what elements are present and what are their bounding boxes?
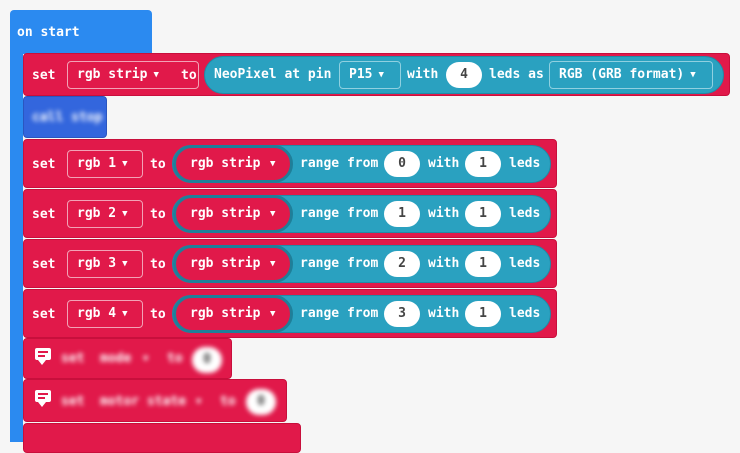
call-stop-label: call stop <box>32 110 103 125</box>
to-keyword: to <box>150 207 166 222</box>
on-start-block[interactable]: on start <box>10 10 152 54</box>
set-keyword: set <box>61 351 85 366</box>
range-reporter[interactable]: rgb strip ▼ range from 2 with 1 leds <box>172 245 551 283</box>
strip-variable-name: rgb strip <box>190 256 261 271</box>
range-start-input[interactable]: 1 <box>384 201 420 227</box>
range-block-2[interactable]: set rgb 2 ▼ to rgb strip ▼ range from 1 wi… <box>23 189 557 238</box>
value-input[interactable]: 0 <box>246 389 276 415</box>
range-block-3[interactable]: set rgb 3 ▼ to rgb strip ▼ range from 2 wi… <box>23 239 557 288</box>
variable-name: rgb 2 <box>77 206 117 221</box>
on-start-spine <box>10 54 23 442</box>
variable-name: rgb 4 <box>77 306 117 321</box>
strip-variable-reporter[interactable]: rgb strip ▼ <box>173 145 293 183</box>
to-keyword: to <box>150 157 166 172</box>
set-mode-block[interactable]: set mode ▼ to 0 <box>23 338 232 379</box>
leds-label: leds <box>509 206 541 221</box>
range-from-label: range from <box>300 206 379 221</box>
variable-dropdown-rgb-strip[interactable]: rgb strip ▼ <box>67 61 199 89</box>
to-keyword: to <box>150 307 166 322</box>
variable-name: motor state <box>100 394 187 409</box>
chevron-down-icon: ▼ <box>690 70 696 80</box>
chevron-down-icon: ▼ <box>153 70 159 80</box>
variable-name: rgb 1 <box>77 156 117 171</box>
chevron-down-icon: ▼ <box>143 354 149 364</box>
range-start-input[interactable]: 3 <box>384 301 420 327</box>
range-reporter[interactable]: rgb strip ▼ range from 1 with 1 leds <box>172 195 551 233</box>
chevron-down-icon: ▼ <box>196 397 202 407</box>
chevron-down-icon: ▼ <box>122 159 128 169</box>
range-start-input[interactable]: 2 <box>384 251 420 277</box>
range-reporter[interactable]: rgb strip ▼ range from 3 with 1 leds <box>172 295 551 333</box>
led-count-input[interactable]: 4 <box>446 62 482 88</box>
strip-variable-name: rgb strip <box>190 156 261 171</box>
set-rgb-strip-block[interactable]: set rgb strip ▼ to NeoPixel at pin P15 ▼ w… <box>23 53 730 96</box>
chevron-down-icon: ▼ <box>122 259 128 269</box>
range-length-input[interactable]: 1 <box>465 201 501 227</box>
with-label: with <box>407 67 439 82</box>
comment-icon[interactable] <box>35 390 51 407</box>
variable-name: mode <box>100 351 132 366</box>
strip-variable-name: rgb strip <box>190 306 261 321</box>
range-from-label: range from <box>300 256 379 271</box>
range-length-input[interactable]: 1 <box>465 251 501 277</box>
to-keyword: to <box>220 394 236 409</box>
value-input[interactable]: 0 <box>192 347 222 373</box>
range-from-label: range from <box>300 156 379 171</box>
set-keyword: set <box>32 307 56 322</box>
chevron-down-icon: ▼ <box>122 209 128 219</box>
set-keyword: set <box>32 207 56 222</box>
with-label: with <box>428 306 460 321</box>
leds-label: leds <box>509 306 541 321</box>
variable-dropdown-rgb-1[interactable]: rgb 1 ▼ <box>67 150 143 178</box>
call-stop-block[interactable]: call stop <box>23 96 107 138</box>
partial-block[interactable] <box>23 423 301 453</box>
range-from-label: range from <box>300 306 379 321</box>
format-dropdown[interactable]: RGB (GRB format) ▼ <box>549 61 713 89</box>
chevron-down-icon: ▼ <box>270 309 276 319</box>
variable-dropdown-rgb-2[interactable]: rgb 2 ▼ <box>67 200 143 228</box>
chevron-down-icon: ▼ <box>270 159 276 169</box>
chevron-down-icon: ▼ <box>378 70 384 80</box>
neopixel-create-reporter[interactable]: NeoPixel at pin P15 ▼ with 4 leds as RGB … <box>204 56 724 94</box>
leds-as-label: leds as <box>489 67 544 82</box>
chevron-down-icon: ▼ <box>270 209 276 219</box>
variable-dropdown-rgb-3[interactable]: rgb 3 ▼ <box>67 250 143 278</box>
pin-dropdown[interactable]: P15 ▼ <box>339 61 401 89</box>
comment-icon[interactable] <box>35 348 51 365</box>
set-keyword: set <box>32 257 56 272</box>
with-label: with <box>428 206 460 221</box>
to-keyword: to <box>150 257 166 272</box>
variable-name: rgb strip <box>77 67 148 82</box>
set-motor-state-block[interactable]: set motor state ▼ to 0 <box>23 379 287 422</box>
strip-variable-reporter[interactable]: rgb strip ▼ <box>173 245 293 283</box>
pin-value: P15 <box>349 67 373 82</box>
neopixel-at-pin-label: NeoPixel at pin <box>214 67 332 82</box>
strip-variable-reporter[interactable]: rgb strip ▼ <box>173 195 293 233</box>
to-keyword: to <box>167 351 183 366</box>
format-value: RGB (GRB format) <box>559 67 685 82</box>
leds-label: leds <box>509 156 541 171</box>
range-block-4[interactable]: set rgb 4 ▼ to rgb strip ▼ range from 3 wi… <box>23 289 557 338</box>
strip-variable-name: rgb strip <box>190 206 261 221</box>
with-label: with <box>428 256 460 271</box>
variable-dropdown-rgb-4[interactable]: rgb 4 ▼ <box>67 300 143 328</box>
range-length-input[interactable]: 1 <box>465 151 501 177</box>
range-block-1[interactable]: set rgb 1 ▼ to rgb strip ▼ range from 0 wi… <box>23 139 557 188</box>
range-length-input[interactable]: 1 <box>465 301 501 327</box>
on-start-label: on start <box>17 25 80 40</box>
set-keyword: set <box>32 68 56 83</box>
strip-variable-reporter[interactable]: rgb strip ▼ <box>173 295 293 333</box>
set-keyword: set <box>32 157 56 172</box>
with-label: with <box>428 156 460 171</box>
chevron-down-icon: ▼ <box>270 259 276 269</box>
chevron-down-icon: ▼ <box>122 309 128 319</box>
range-reporter[interactable]: rgb strip ▼ range from 0 with 1 leds <box>172 145 551 183</box>
range-start-input[interactable]: 0 <box>384 151 420 177</box>
leds-label: leds <box>509 256 541 271</box>
set-keyword: set <box>61 394 85 409</box>
to-keyword: to <box>181 68 197 83</box>
variable-name: rgb 3 <box>77 256 117 271</box>
